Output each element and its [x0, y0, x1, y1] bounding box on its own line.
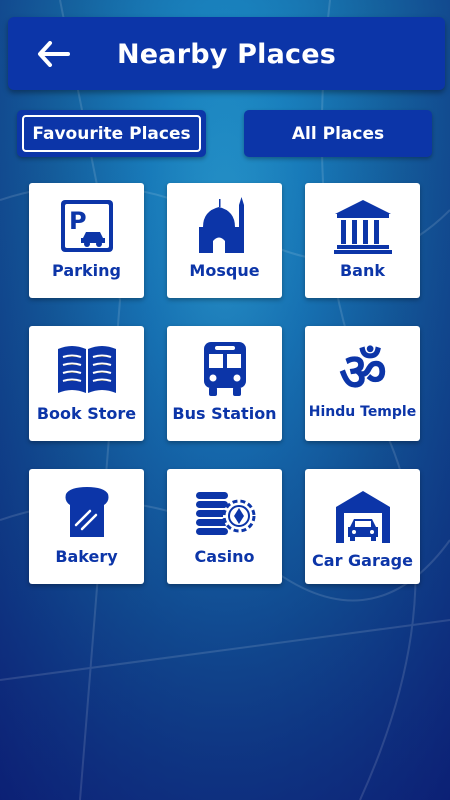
place-label: Casino [194, 547, 255, 566]
svg-text:ॐ: ॐ [339, 343, 386, 398]
om-icon: ॐ [339, 343, 386, 398]
garage-icon [335, 491, 390, 543]
casino-chips-icon [195, 492, 255, 535]
place-tile-book-store[interactable]: Book Store [29, 326, 144, 441]
place-tile-car-garage[interactable]: Car Garage [305, 469, 420, 584]
place-label: Hindu Temple [308, 404, 417, 420]
place-tile-casino[interactable]: Casino [167, 469, 282, 584]
place-tile-hindu-temple[interactable]: ॐ Hindu Temple [305, 326, 420, 441]
place-tile-bakery[interactable]: Bakery [29, 469, 144, 584]
tab-label: Favourite Places [32, 123, 191, 144]
tab-all-places[interactable]: All Places [244, 110, 432, 157]
place-tile-mosque[interactable]: Mosque [167, 183, 282, 298]
book-icon [57, 346, 116, 393]
place-label: Mosque [189, 261, 260, 280]
parking-icon: P [60, 200, 113, 252]
mosque-icon [198, 197, 244, 253]
bread-icon [65, 487, 108, 537]
place-tile-parking[interactable]: P Parking [29, 183, 144, 298]
place-label: Parking [52, 261, 121, 280]
page-title: Nearby Places [116, 39, 337, 70]
place-tile-bank[interactable]: Bank [305, 183, 420, 298]
bus-icon [203, 342, 246, 396]
top-app-bar: Nearby Places [8, 17, 445, 90]
place-label: Bus Station [172, 404, 277, 423]
place-label: Book Store [36, 404, 137, 423]
svg-text:P: P [69, 207, 87, 235]
bank-icon [333, 200, 392, 254]
place-tile-bus-station[interactable]: Bus Station [167, 326, 282, 441]
place-label: Car Garage [312, 551, 413, 570]
place-label: Bank [339, 261, 386, 280]
tab-label: All Places [291, 123, 385, 144]
tab-favourite-places[interactable]: Favourite Places [17, 110, 206, 157]
place-label: Bakery [55, 547, 118, 566]
